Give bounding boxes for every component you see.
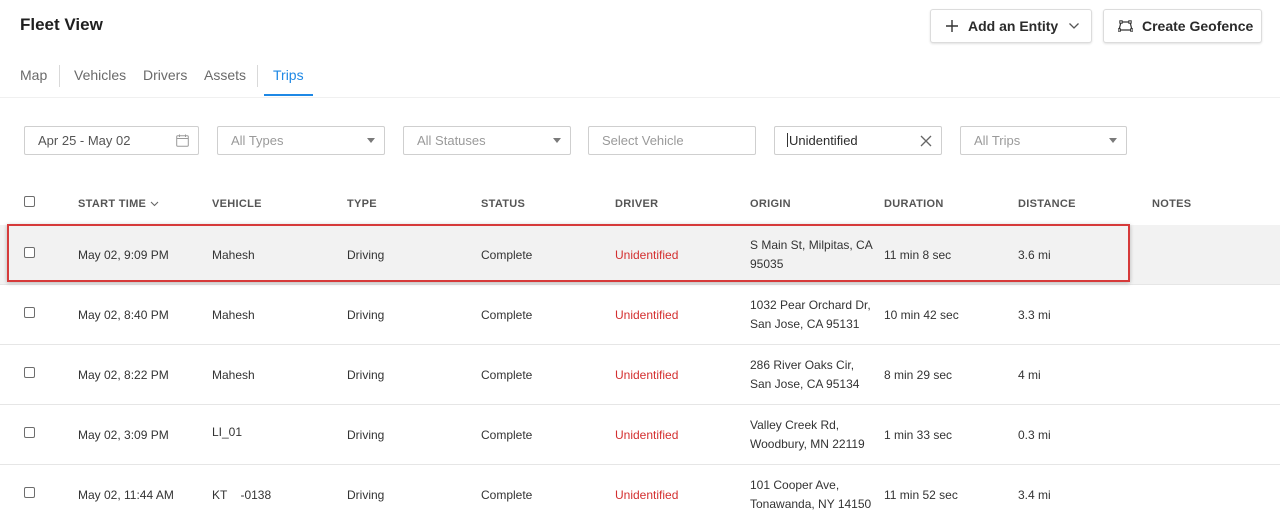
date-range-picker[interactable]: Apr 25 - May 02 xyxy=(24,126,199,155)
column-header-duration[interactable]: DURATION xyxy=(884,198,944,210)
column-header-label: START TIME xyxy=(78,198,147,210)
start-time-cell: May 02, 8:40 PM xyxy=(78,308,169,322)
caret-down-icon xyxy=(1109,127,1117,154)
status-cell: Complete xyxy=(481,428,533,442)
vehicle-select-placeholder: Select Vehicle xyxy=(602,133,684,148)
distance-cell: 3.4 mi xyxy=(1018,488,1051,502)
type-cell: Driving xyxy=(347,308,385,322)
trips-select-placeholder: All Trips xyxy=(974,133,1021,148)
column-header-vehicle[interactable]: VEHICLE xyxy=(212,198,262,210)
distance-cell: 3.3 mi xyxy=(1018,308,1051,322)
duration-cell: 11 min 52 sec xyxy=(884,488,958,502)
origin-cell: 101 Cooper Ave, Tonawanda, NY 14150 xyxy=(750,478,872,511)
column-header-start-time[interactable]: START TIME xyxy=(78,198,159,210)
start-time-cell: May 02, 8:22 PM xyxy=(78,368,169,382)
status-select-placeholder: All Statuses xyxy=(417,133,486,148)
select-all-checkbox[interactable] xyxy=(24,196,35,207)
distance-cell: 4 mi xyxy=(1018,368,1041,382)
page-title: Fleet View xyxy=(20,15,103,34)
plus-icon xyxy=(945,19,959,33)
row-checkbox[interactable] xyxy=(24,307,35,318)
create-geofence-label: Create Geofence xyxy=(1142,18,1254,34)
driver-filter-input[interactable]: Unidentified xyxy=(774,126,942,155)
driver-cell[interactable]: Unidentified xyxy=(615,405,678,465)
status-select[interactable]: All Statuses xyxy=(403,126,571,155)
column-header-driver[interactable]: DRIVER xyxy=(615,198,658,210)
driver-cell[interactable]: Unidentified xyxy=(615,225,678,285)
table-row[interactable]: May 02, 8:22 PM Mahesh Driving Complete … xyxy=(0,345,1280,405)
text-cursor xyxy=(787,133,788,147)
tab-drivers[interactable]: Drivers xyxy=(143,56,187,96)
duration-cell: 11 min 8 sec xyxy=(884,248,952,262)
table-row[interactable]: May 02, 11:44 AM KT -0138 Driving Comple… xyxy=(0,465,1280,522)
add-entity-button[interactable]: Add an Entity xyxy=(930,9,1092,43)
duration-cell: 1 min 33 sec xyxy=(884,428,953,442)
clear-icon[interactable] xyxy=(920,127,932,154)
row-checkbox[interactable] xyxy=(24,487,35,498)
page-header: Fleet View Add an Entity Create Geofence xyxy=(0,0,1280,56)
caret-down-icon xyxy=(553,127,561,154)
status-cell: Complete xyxy=(481,368,533,382)
start-time-cell: May 02, 9:09 PM xyxy=(78,248,169,262)
vehicle-cell[interactable]: KT -0138 xyxy=(212,465,278,522)
duration-cell: 8 min 29 sec xyxy=(884,368,953,382)
distance-cell: 0.3 mi xyxy=(1018,428,1051,442)
type-cell: Driving xyxy=(347,488,385,502)
driver-filter-value: Unidentified xyxy=(789,133,858,148)
table-row[interactable]: May 02, 9:09 PM Mahesh Driving Complete … xyxy=(0,225,1280,285)
driver-cell[interactable]: Unidentified xyxy=(615,465,678,522)
table-row[interactable]: May 02, 3:09 PM LI_01 Driving Complete U… xyxy=(0,405,1280,465)
chevron-down-icon xyxy=(1068,22,1080,30)
driver-cell[interactable]: Unidentified xyxy=(615,285,678,345)
vehicle-select[interactable]: Select Vehicle xyxy=(588,126,756,155)
type-cell: Driving xyxy=(347,248,385,262)
view-tabs: Map Vehicles Drivers Assets Trips xyxy=(0,56,1280,98)
type-select-placeholder: All Types xyxy=(231,133,284,148)
table-row[interactable]: May 02, 8:40 PM Mahesh Driving Complete … xyxy=(0,285,1280,345)
vehicle-cell[interactable]: Mahesh xyxy=(212,285,255,345)
date-range-value: Apr 25 - May 02 xyxy=(38,133,131,148)
origin-cell: 1032 Pear Orchard Dr, San Jose, CA 95131 xyxy=(750,298,871,331)
start-time-cell: May 02, 3:09 PM xyxy=(78,428,169,442)
column-header-notes[interactable]: NOTES xyxy=(1152,198,1191,210)
caret-down-icon xyxy=(367,127,375,154)
status-cell: Complete xyxy=(481,488,533,502)
row-checkbox[interactable] xyxy=(24,367,35,378)
status-cell: Complete xyxy=(481,248,533,262)
type-cell: Driving xyxy=(347,428,385,442)
trips-select[interactable]: All Trips xyxy=(960,126,1127,155)
origin-cell: S Main St, Milpitas, CA 95035 xyxy=(750,238,873,271)
calendar-icon xyxy=(176,127,189,154)
column-header-distance[interactable]: DISTANCE xyxy=(1018,198,1076,210)
type-select[interactable]: All Types xyxy=(217,126,385,155)
tab-divider xyxy=(257,65,258,87)
duration-cell: 10 min 42 sec xyxy=(884,308,959,322)
driver-cell[interactable]: Unidentified xyxy=(615,345,678,405)
row-checkbox[interactable] xyxy=(24,247,35,258)
column-header-origin[interactable]: ORIGIN xyxy=(750,198,791,210)
status-cell: Complete xyxy=(481,308,533,322)
origin-cell: Valley Creek Rd, Woodbury, MN 22119 xyxy=(750,418,865,451)
vehicle-cell[interactable]: Mahesh xyxy=(212,345,255,405)
row-checkbox[interactable] xyxy=(24,427,35,438)
origin-cell: 286 River Oaks Cir, San Jose, CA 95134 xyxy=(750,358,860,391)
tab-assets[interactable]: Assets xyxy=(204,56,246,96)
sort-chevron-icon xyxy=(150,201,159,207)
tab-divider xyxy=(59,65,60,87)
tab-vehicles[interactable]: Vehicles xyxy=(74,56,126,96)
distance-cell: 3.6 mi xyxy=(1018,248,1051,262)
add-entity-label: Add an Entity xyxy=(968,18,1059,34)
create-geofence-button[interactable]: Create Geofence xyxy=(1103,9,1262,43)
vehicle-cell[interactable]: Mahesh xyxy=(212,225,255,285)
column-header-type[interactable]: TYPE xyxy=(347,198,377,210)
vehicle-cell[interactable]: LI_01 xyxy=(212,402,242,462)
type-cell: Driving xyxy=(347,368,385,382)
geofence-icon xyxy=(1118,20,1133,32)
tab-map[interactable]: Map xyxy=(20,56,47,96)
start-time-cell: May 02, 11:44 AM xyxy=(78,488,174,502)
column-header-status[interactable]: STATUS xyxy=(481,198,525,210)
tab-trips[interactable]: Trips xyxy=(264,56,313,96)
